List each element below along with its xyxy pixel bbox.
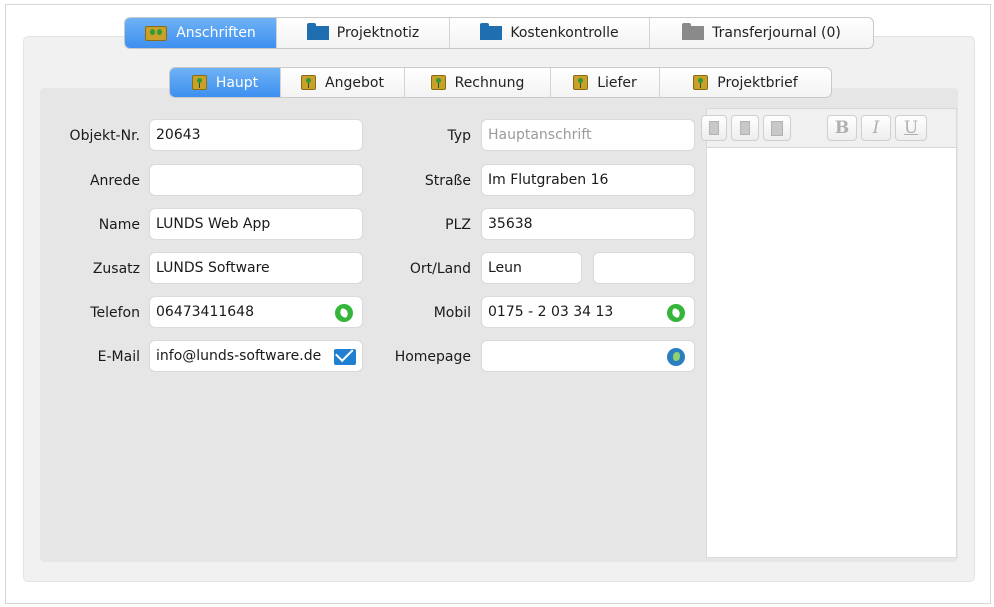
- subtab-label: Projektbrief: [717, 74, 798, 91]
- globe-icon[interactable]: [667, 348, 685, 366]
- phone-icon[interactable]: [667, 304, 685, 322]
- plz-label: PLZ: [445, 217, 471, 233]
- pin-icon: [191, 75, 207, 90]
- subtab-projektbrief[interactable]: Projektbrief: [660, 68, 831, 97]
- typ-field[interactable]: [481, 119, 695, 151]
- subtab-label: Liefer: [597, 74, 637, 91]
- subtab-angebot[interactable]: Angebot: [281, 68, 405, 97]
- ort-land-label: Ort/Land: [409, 261, 471, 277]
- tab-label: Transferjournal (0): [712, 25, 841, 41]
- objekt-nr-label: Objekt-Nr.: [69, 128, 140, 144]
- main-tab-bar: Anschriften Projektnotiz Kostenkontrolle…: [124, 17, 874, 49]
- italic-button[interactable]: I: [861, 115, 891, 141]
- tab-label: Anschriften: [176, 25, 256, 41]
- strasse-label: Straße: [424, 173, 471, 189]
- tab-projektnotiz[interactable]: Projektnotiz: [277, 18, 450, 48]
- subtab-label: Angebot: [325, 74, 384, 91]
- pin-icon: [430, 75, 446, 90]
- pin-icon: [301, 75, 317, 90]
- subtab-liefer[interactable]: Liefer: [551, 68, 660, 97]
- typ-input[interactable]: [482, 120, 694, 150]
- land-field[interactable]: [593, 252, 695, 284]
- land-input[interactable]: [594, 253, 694, 283]
- name-label: Name: [98, 217, 140, 233]
- homepage-input[interactable]: [482, 341, 694, 371]
- typ-label: Typ: [447, 128, 471, 144]
- strasse-field[interactable]: [481, 164, 695, 196]
- bold-button[interactable]: B: [827, 115, 857, 141]
- ort-input[interactable]: [482, 253, 581, 283]
- paste-button[interactable]: [763, 115, 791, 141]
- tab-anschriften[interactable]: Anschriften: [125, 18, 277, 48]
- ort-field[interactable]: [481, 252, 582, 284]
- plz-input[interactable]: [482, 209, 694, 239]
- email-label: E-Mail: [97, 349, 140, 365]
- homepage-label: Homepage: [394, 349, 471, 365]
- plz-field[interactable]: [481, 208, 695, 240]
- folder-icon: [306, 23, 329, 40]
- subtab-haupt[interactable]: Haupt: [170, 68, 281, 97]
- cut-icon: [709, 121, 719, 135]
- pin-icon: [573, 75, 589, 90]
- subtab-rechnung[interactable]: Rechnung: [405, 68, 551, 97]
- tab-label: Kostenkontrolle: [510, 25, 619, 41]
- editor-toolbar: B I U: [701, 109, 956, 148]
- sub-tab-bar: Haupt Angebot Rechnung Liefer Projektbri…: [169, 67, 832, 98]
- mobil-label: Mobil: [433, 305, 471, 321]
- tab-label: Projektnotiz: [336, 25, 420, 41]
- zusatz-label: Zusatz: [92, 261, 140, 277]
- pin-icon: [693, 75, 709, 90]
- tab-transferjournal[interactable]: Transferjournal (0): [650, 18, 873, 48]
- subtab-label: Rechnung: [454, 74, 525, 91]
- mobil-field[interactable]: [481, 296, 695, 328]
- people-icon: [145, 25, 168, 41]
- notes-editor[interactable]: B I U: [701, 108, 957, 558]
- underline-button[interactable]: U: [895, 115, 927, 141]
- paste-icon: [771, 120, 783, 136]
- tab-kostenkontrolle[interactable]: Kostenkontrolle: [450, 18, 650, 48]
- cut-button[interactable]: [701, 115, 727, 141]
- anrede-label: Anrede: [89, 173, 140, 189]
- telefon-label: Telefon: [90, 305, 140, 321]
- copy-button[interactable]: [731, 115, 759, 141]
- folder-icon: [480, 23, 503, 40]
- copy-icon: [740, 121, 750, 135]
- strasse-input[interactable]: [482, 165, 694, 195]
- homepage-field[interactable]: [481, 340, 695, 372]
- folder-gray-icon: [682, 23, 705, 40]
- subtab-label: Haupt: [215, 74, 259, 91]
- mobil-input[interactable]: [482, 297, 694, 327]
